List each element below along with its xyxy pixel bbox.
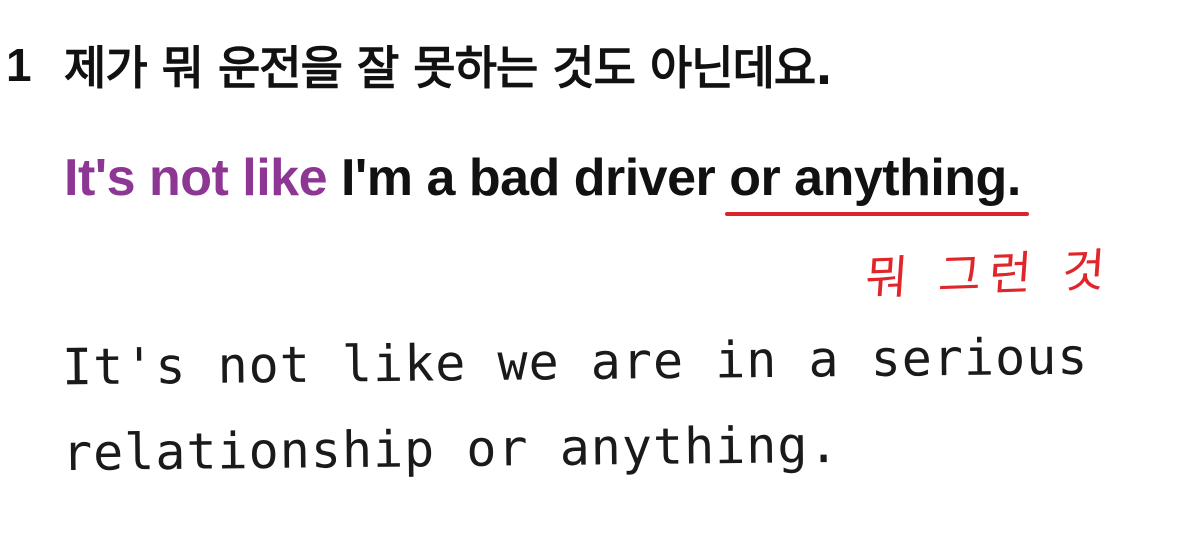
english-sentence: It's not like I'm a bad driver or anythi… (64, 148, 1029, 228)
handwritten-example-line-2: relationship or anything. (61, 415, 840, 483)
underlined-phrase-text: or anything. (729, 149, 1021, 207)
item-number: 1 (6, 39, 32, 91)
handwritten-example-line-1: It's not like we are in a serious (61, 327, 1089, 397)
korean-sentence-row: 1 제가 뭐 운전을 잘 못하는 것도 아닌데요. (6, 30, 833, 100)
lesson-slide: { "item_number": "1", "korean_sentence":… (0, 0, 1203, 547)
handwritten-annotation: 뭐 그런 것 (863, 242, 1115, 306)
underlined-phrase: or anything. (725, 148, 1029, 216)
red-underline (725, 212, 1029, 216)
sentence-middle: I'm a bad driver (327, 149, 730, 207)
korean-sentence: 제가 뭐 운전을 잘 못하는 것도 아닌데요. (64, 41, 833, 95)
highlight-phrase: It's not like (64, 149, 328, 207)
